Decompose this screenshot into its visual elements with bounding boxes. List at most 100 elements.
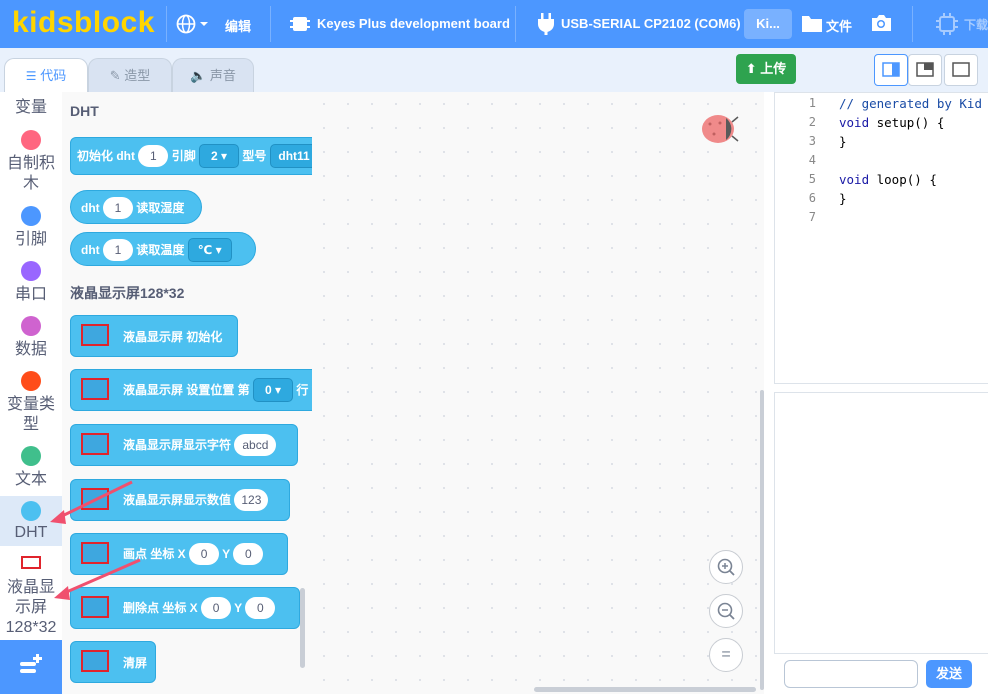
block-number-input[interactable]: 1 bbox=[138, 145, 169, 167]
kidsblock-menu-button[interactable]: Ki... bbox=[744, 9, 792, 39]
block-number-input[interactable]: 123 bbox=[234, 489, 269, 511]
block-label: 型号 bbox=[242, 149, 267, 163]
file-menu[interactable]: 文件 bbox=[826, 16, 852, 35]
zoom-in-icon bbox=[717, 558, 735, 576]
dropdown-value: ℃ bbox=[197, 243, 213, 257]
lcd-screen-icon bbox=[81, 378, 109, 400]
code-keyword: void bbox=[839, 115, 870, 130]
block-label: 液晶显示屏 初始化 bbox=[123, 330, 223, 344]
block-label: 读取温度 bbox=[136, 243, 185, 257]
unit-dropdown[interactable]: ℃ ▾ bbox=[187, 238, 232, 262]
board-select[interactable]: Keyes Plus development board bbox=[317, 16, 510, 31]
category-serial-dot bbox=[21, 261, 41, 281]
block-number-input[interactable]: 0 bbox=[201, 597, 232, 619]
language-menu[interactable] bbox=[176, 13, 210, 40]
upload-button[interactable]: ⬆ 上传 bbox=[736, 54, 796, 84]
block-label: 液晶显示屏 设置位置 第 bbox=[123, 383, 250, 397]
upload-icon: ⬆ bbox=[745, 61, 757, 76]
block-number-input[interactable]: 0 bbox=[233, 543, 264, 565]
category-data-dot bbox=[21, 316, 41, 336]
lcd-screen-icon bbox=[81, 324, 109, 346]
serial-port-select[interactable]: USB-SERIAL CP2102 (COM6) bbox=[561, 16, 741, 31]
tab-code-label: 代码 bbox=[40, 68, 67, 83]
category-variables[interactable]: 变量 bbox=[0, 98, 62, 118]
send-button[interactable]: 发送 bbox=[926, 660, 972, 688]
block-lcd-show-string[interactable]: 液晶显示屏显示字符 abcd bbox=[70, 424, 298, 466]
block-lcd-clear[interactable]: 清屏 bbox=[70, 641, 156, 683]
category-text-dot bbox=[21, 446, 41, 466]
category-serial[interactable]: 串口 bbox=[0, 285, 62, 305]
board-icon bbox=[290, 14, 310, 39]
panel-split-icon bbox=[916, 62, 934, 77]
view-full-button[interactable] bbox=[944, 54, 978, 86]
category-vartypes[interactable]: 变量类型 bbox=[0, 395, 62, 435]
menu-divider bbox=[270, 6, 271, 42]
zoom-reset-icon: = bbox=[721, 646, 731, 663]
add-extension-icon bbox=[20, 654, 42, 673]
camera-icon[interactable] bbox=[870, 13, 892, 38]
category-pins[interactable]: 引脚 bbox=[0, 230, 62, 250]
block-number-input[interactable]: 0 bbox=[245, 597, 276, 619]
annotation-arrows bbox=[50, 480, 141, 600]
block-lcd-init[interactable]: 液晶显示屏 初始化 bbox=[70, 315, 238, 357]
code-line: } bbox=[839, 191, 847, 206]
palette-scrollbar[interactable] bbox=[300, 588, 305, 668]
line-numbers: 1 2 3 4 5 6 7 bbox=[776, 94, 816, 227]
block-number-input[interactable]: 0 bbox=[189, 543, 220, 565]
workspace-vertical-scrollbar[interactable] bbox=[760, 390, 764, 690]
panel-right-icon bbox=[882, 62, 900, 77]
dropdown-arrow-icon: ▾ bbox=[275, 383, 282, 397]
code-line: } bbox=[839, 134, 847, 149]
category-data[interactable]: 数据 bbox=[0, 340, 62, 360]
block-label: Y bbox=[234, 601, 242, 615]
dropdown-value: dht11 bbox=[278, 149, 310, 163]
line-number: 6 bbox=[808, 191, 816, 205]
category-dht-dot bbox=[21, 501, 41, 521]
code-keyword: void bbox=[839, 172, 870, 187]
block-text-input[interactable]: abcd bbox=[234, 434, 277, 456]
edit-menu[interactable]: 编辑 bbox=[225, 16, 251, 35]
block-label: dht bbox=[81, 201, 100, 215]
block-number-input[interactable]: 1 bbox=[103, 239, 133, 261]
tab-sounds-label: 声音 bbox=[209, 68, 236, 83]
category-myblocks-dot bbox=[21, 130, 41, 150]
code-workspace[interactable] bbox=[312, 92, 764, 694]
dropdown-arrow-icon: ▾ bbox=[215, 243, 222, 257]
download-menu[interactable]: 下载 bbox=[964, 16, 988, 33]
category-myblocks[interactable]: 自制积木 bbox=[0, 154, 62, 194]
workspace-horizontal-scrollbar[interactable] bbox=[534, 687, 756, 692]
line-number: 7 bbox=[808, 210, 816, 224]
dropdown-value: 0 bbox=[264, 383, 272, 397]
line-number: 2 bbox=[808, 115, 816, 129]
category-lcd-icon bbox=[21, 556, 41, 569]
serial-send-input[interactable] bbox=[784, 660, 918, 688]
view-split-button[interactable] bbox=[908, 54, 942, 86]
zoom-reset-button[interactable]: = bbox=[709, 638, 743, 672]
zoom-in-button[interactable] bbox=[709, 550, 743, 584]
row-dropdown[interactable]: 0 ▾ bbox=[253, 378, 294, 402]
block-dht-read-temperature[interactable]: dht 1 读取温度 ℃ ▾ bbox=[70, 232, 256, 266]
tab-costumes[interactable]: ✎ 造型 bbox=[88, 58, 172, 93]
usb-plug-icon bbox=[537, 13, 555, 40]
add-extension-button[interactable] bbox=[0, 640, 62, 694]
tab-costumes-label: 造型 bbox=[124, 68, 151, 83]
block-number-input[interactable]: 1 bbox=[103, 197, 133, 219]
tab-sounds[interactable]: 🔈 声音 bbox=[172, 58, 254, 93]
serial-monitor bbox=[774, 392, 988, 654]
code-line: // generated by Kid bbox=[839, 96, 982, 111]
pin-dropdown[interactable]: 2 ▾ bbox=[199, 144, 240, 168]
menu-divider bbox=[166, 6, 167, 42]
block-dht-read-humidity[interactable]: dht 1 读取湿度 bbox=[70, 190, 202, 224]
zoom-out-button[interactable] bbox=[709, 594, 743, 628]
lcd-screen-icon bbox=[81, 433, 109, 455]
line-number: 3 bbox=[808, 134, 816, 148]
tab-code[interactable]: ☰ 代码 bbox=[4, 58, 88, 93]
dropdown-value: 2 bbox=[211, 149, 218, 163]
block-label: Y bbox=[222, 547, 230, 561]
block-label: 初始化 dht bbox=[77, 149, 135, 163]
block-label: 读取湿度 bbox=[136, 201, 185, 215]
menu-divider bbox=[515, 6, 516, 42]
view-code-panel-button[interactable] bbox=[874, 54, 908, 86]
code-text: loop() { bbox=[869, 172, 937, 187]
lcd-section-title: 液晶显示屏128*32 bbox=[70, 285, 185, 301]
